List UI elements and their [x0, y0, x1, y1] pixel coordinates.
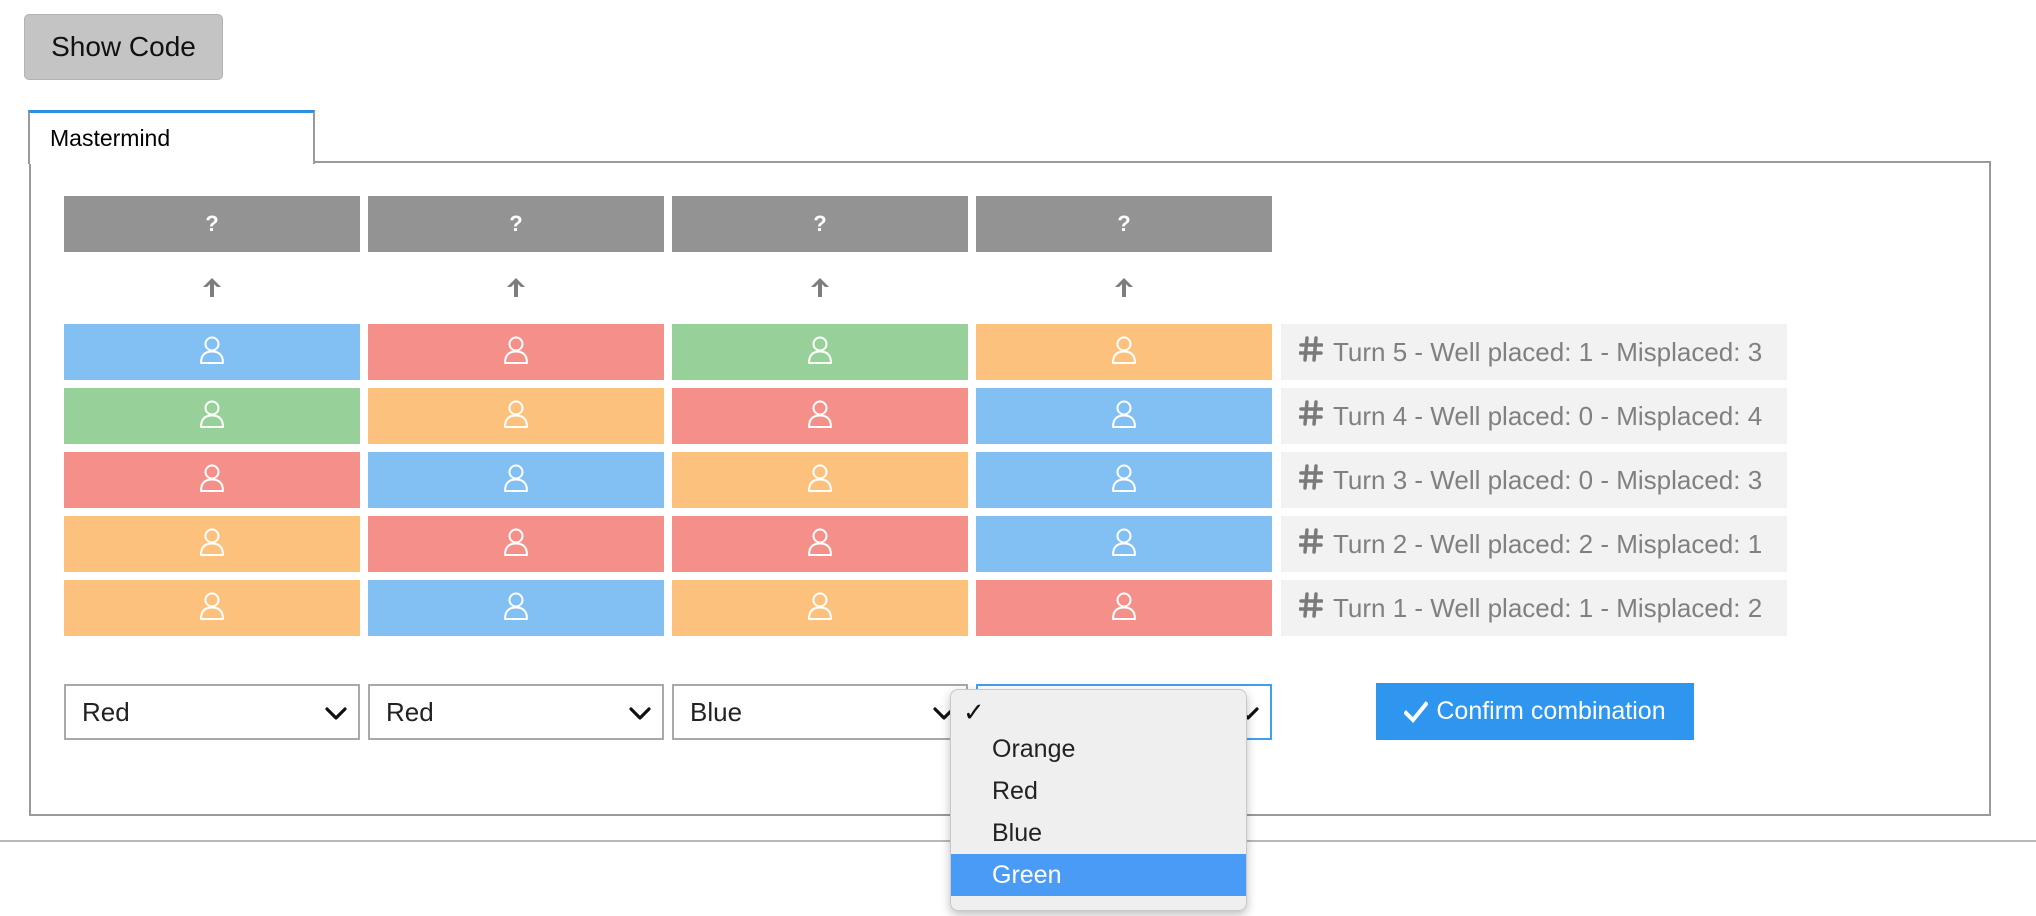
peg-blue: [976, 388, 1272, 444]
arrow-up-icon: [64, 272, 360, 302]
arrow-up-icon: [368, 272, 664, 302]
color-select-2[interactable]: Red: [368, 684, 664, 740]
color-select-value: Blue: [690, 696, 743, 727]
secret-peg-label: ?: [1117, 211, 1131, 236]
user-icon: [1111, 591, 1137, 626]
user-icon: [1111, 527, 1137, 562]
hash-icon: [1298, 399, 1324, 433]
user-icon: [503, 399, 529, 434]
peg-blue: [64, 324, 360, 380]
hash-icon: [1298, 463, 1324, 497]
dropdown-option-green[interactable]: Green: [951, 854, 1246, 896]
turn-feedback: Turn 4 - Well placed: 0 - Misplaced: 4: [1281, 388, 1787, 444]
show-code-button[interactable]: Show Code: [24, 14, 223, 80]
secret-peg: ?: [368, 196, 664, 252]
turn-feedback-label: Turn 5 - Well placed: 1 - Misplaced: 3: [1333, 336, 1763, 367]
peg-red: [368, 516, 664, 572]
arrow-up-icon: [976, 272, 1272, 302]
dropdown-option-blue[interactable]: Blue: [951, 812, 1246, 854]
chevron-down-icon: [324, 701, 348, 732]
user-icon: [807, 527, 833, 562]
confirm-combination-button[interactable]: Confirm combination: [1376, 683, 1694, 740]
peg-red: [64, 452, 360, 508]
turn-feedback: Turn 2 - Well placed: 2 - Misplaced: 1: [1281, 516, 1787, 572]
color-select-1[interactable]: Red: [64, 684, 360, 740]
user-icon: [1111, 399, 1137, 434]
user-icon: [807, 463, 833, 498]
tab-label: Mastermind: [50, 125, 171, 151]
secret-peg: ?: [976, 196, 1272, 252]
color-dropdown-menu[interactable]: ✓ Orange Red Blue Green: [950, 689, 1247, 911]
turn-feedback-label: Turn 4 - Well placed: 0 - Misplaced: 4: [1333, 400, 1763, 431]
peg-orange: [976, 324, 1272, 380]
peg-red: [672, 516, 968, 572]
user-icon: [199, 399, 225, 434]
dropdown-option-orange[interactable]: Orange: [951, 728, 1246, 770]
peg-blue: [368, 580, 664, 636]
user-icon: [503, 463, 529, 498]
tab-mastermind[interactable]: Mastermind: [28, 110, 315, 164]
user-icon: [807, 591, 833, 626]
turn-feedback-label: Turn 3 - Well placed: 0 - Misplaced: 3: [1333, 464, 1763, 495]
check-icon: [1404, 700, 1429, 723]
peg-blue: [976, 516, 1272, 572]
turn-feedback: Turn 5 - Well placed: 1 - Misplaced: 3: [1281, 324, 1787, 380]
user-icon: [503, 591, 529, 626]
hash-icon: [1298, 335, 1324, 369]
secret-peg: ?: [64, 196, 360, 252]
chevron-down-icon: [628, 701, 652, 732]
turn-feedback: Turn 1 - Well placed: 1 - Misplaced: 2: [1281, 580, 1787, 636]
user-icon: [199, 463, 225, 498]
user-icon: [807, 335, 833, 370]
user-icon: [1111, 463, 1137, 498]
peg-orange: [368, 388, 664, 444]
user-icon: [199, 335, 225, 370]
user-icon: [199, 527, 225, 562]
secret-peg-label: ?: [813, 211, 827, 236]
color-select-3[interactable]: Blue: [672, 684, 968, 740]
peg-red: [976, 580, 1272, 636]
peg-orange: [672, 580, 968, 636]
turn-feedback: Turn 3 - Well placed: 0 - Misplaced: 3: [1281, 452, 1787, 508]
secret-peg-label: ?: [509, 211, 523, 236]
peg-orange: [64, 516, 360, 572]
secret-peg-label: ?: [205, 211, 219, 236]
dropdown-option-red[interactable]: Red: [951, 770, 1246, 812]
confirm-label: Confirm combination: [1436, 697, 1666, 725]
user-icon: [503, 527, 529, 562]
dropdown-check-mark: ✓: [963, 698, 985, 728]
user-icon: [1111, 335, 1137, 370]
peg-orange: [672, 452, 968, 508]
peg-red: [672, 388, 968, 444]
turn-feedback-label: Turn 1 - Well placed: 1 - Misplaced: 2: [1333, 592, 1763, 623]
color-select-value: Red: [82, 696, 130, 727]
peg-orange: [64, 580, 360, 636]
color-select-value: Red: [386, 696, 434, 727]
arrow-up-icon: [672, 272, 968, 302]
hash-icon: [1298, 527, 1324, 561]
user-icon: [807, 399, 833, 434]
user-icon: [199, 591, 225, 626]
secret-peg: ?: [672, 196, 968, 252]
peg-green: [672, 324, 968, 380]
peg-blue: [976, 452, 1272, 508]
peg-blue: [368, 452, 664, 508]
turn-feedback-label: Turn 2 - Well placed: 2 - Misplaced: 1: [1333, 528, 1763, 559]
user-icon: [503, 335, 529, 370]
peg-green: [64, 388, 360, 444]
peg-red: [368, 324, 664, 380]
hash-icon: [1298, 591, 1324, 625]
